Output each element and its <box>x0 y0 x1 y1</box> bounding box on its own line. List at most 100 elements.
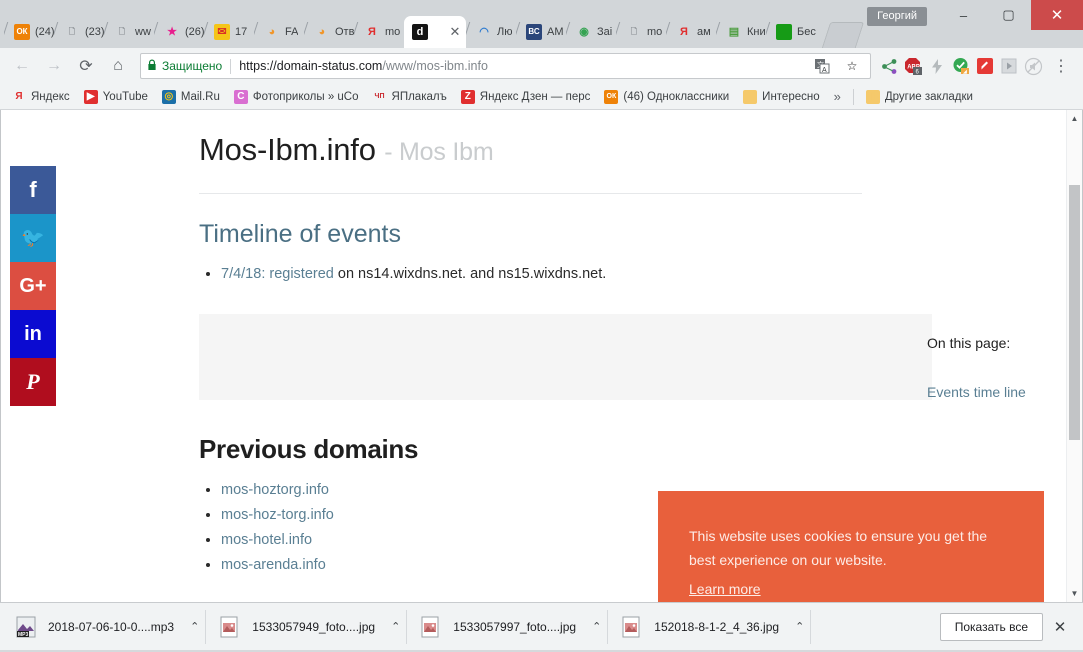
download-item-1[interactable]: 1533057949_foto....jpg ⌃ <box>210 609 408 644</box>
mp3-file-icon: MP3 <box>16 616 36 638</box>
url-origin: https://domain-status.com <box>239 59 383 73</box>
window-controls: Георгий – ▢ ✕ <box>867 0 1083 30</box>
yandex-icon: Я <box>680 25 688 38</box>
red-pen-icon[interactable] <box>973 54 997 78</box>
bookmark-label: Mail.Ru <box>180 90 220 103</box>
google-plus-share-icon[interactable]: G+ <box>10 262 56 310</box>
maximize-button[interactable]: ▢ <box>986 0 1031 30</box>
download-file-name: 2018-07-06-10-0....mp3 <box>48 619 175 634</box>
bookmark-item-4[interactable]: ЧП ЯПлакалъ <box>367 88 453 106</box>
bookmark-item-6[interactable]: ОК (46) Одноклассники <box>598 88 735 106</box>
tab-label: (26) <box>185 26 205 38</box>
scroll-up-arrow[interactable]: ▲ <box>1067 110 1082 127</box>
share-icon[interactable] <box>877 54 901 78</box>
back-button[interactable]: ← <box>8 52 36 80</box>
timeline-item-link[interactable]: 7/4/18: registered <box>221 266 334 282</box>
minimize-button[interactable]: – <box>941 0 986 30</box>
home-button[interactable]: ⌂ <box>104 52 132 80</box>
url-text: https://domain-status.com/www/mos-ibm.in… <box>239 59 488 73</box>
odnoklassniki-icon: ОК <box>604 89 619 104</box>
other-bookmarks-folder[interactable]: ▯ Другие закладки <box>860 88 979 106</box>
svg-text:◢: ◢ <box>963 69 967 75</box>
tab-close-icon[interactable]: ✕ <box>448 24 462 39</box>
lock-icon <box>147 59 157 74</box>
bookmark-item-1[interactable]: ▶ YouTube <box>78 88 154 106</box>
odnoklassniki-icon: ОК <box>14 24 30 40</box>
browser-menu-button[interactable]: ⋮ <box>1047 52 1075 80</box>
bookmark-item-7[interactable]: ▯ Интересно <box>737 88 825 106</box>
close-downloads-bar-icon[interactable]: ✕ <box>1043 610 1077 644</box>
linkedin-share-icon[interactable]: in <box>10 310 56 358</box>
browser-tab-8[interactable]: d ✕ <box>404 16 466 48</box>
mailru-icon: ◕ <box>268 25 276 38</box>
bookmarks-overflow-chevron[interactable]: » <box>828 89 847 104</box>
page-icon: 🗋 <box>118 27 126 36</box>
download-file-name: 1533057997_foto....jpg <box>453 619 577 634</box>
other-bookmarks-label: Другие закладки <box>884 90 973 103</box>
youtube-icon: ▶ <box>83 89 98 104</box>
bookmark-label: Интересно <box>762 90 820 103</box>
download-item-3[interactable]: 152018-8-1-2_4_36.jpg ⌃ <box>612 609 812 644</box>
tab-label: (24) <box>35 26 55 38</box>
lightning-icon[interactable] <box>925 54 949 78</box>
bookmark-label: Яндекс <box>31 90 70 103</box>
download-item-2[interactable]: 1533057997_foto....jpg ⌃ <box>411 609 609 644</box>
timeline-list: 7/4/18: registered on ns14.wixdns.net. a… <box>221 262 1066 287</box>
cookie-consent-banner: This website uses cookies to ensure you … <box>658 491 1044 602</box>
on-this-page-label: On this page: <box>927 335 1011 351</box>
close-window-button[interactable]: ✕ <box>1031 0 1083 30</box>
twitter-share-icon[interactable]: 🐦 <box>10 214 56 262</box>
previous-domain-link[interactable]: mos-hoz-torg.info <box>221 507 334 523</box>
download-menu-caret-icon[interactable]: ⌃ <box>795 620 804 633</box>
on-this-page-link[interactable]: Events time line <box>927 383 1047 401</box>
page-title-subtitle: - Mos Ibm <box>384 138 494 166</box>
bookmark-item-3[interactable]: C Фотоприколы » uCo <box>228 88 365 106</box>
check-shield-icon[interactable]: ◢ <box>949 54 973 78</box>
on-this-page-box: On this page: Events time line <box>927 335 1047 401</box>
download-item-0[interactable]: MP3 2018-07-06-10-0....mp3 ⌃ <box>6 609 207 644</box>
tab-label: mo <box>385 26 401 38</box>
reload-button[interactable]: ⟳ <box>72 52 100 80</box>
address-bar[interactable]: Защищено https://domain-status.com/www/m… <box>140 53 871 79</box>
user-profile-chip[interactable]: Георгий <box>867 6 927 26</box>
play-icon[interactable] <box>997 54 1021 78</box>
tab-label: Отв <box>335 26 355 38</box>
translate-icon[interactable]: 文A <box>810 54 834 78</box>
forward-button[interactable]: → <box>40 52 68 80</box>
browser-tab-15[interactable]: Бес <box>766 16 824 48</box>
pinterest-share-icon[interactable]: P <box>10 358 56 406</box>
ad-placeholder <box>199 314 932 400</box>
svg-text:MP3: MP3 <box>18 632 29 638</box>
muted-icon[interactable] <box>1021 54 1045 78</box>
previous-domain-link[interactable]: mos-hoztorg.info <box>221 482 329 498</box>
tab-separator <box>54 22 59 42</box>
previous-domain-link[interactable]: mos-hotel.info <box>221 532 312 548</box>
cookie-learn-more-link[interactable]: Learn more <box>689 581 761 597</box>
show-all-downloads-button[interactable]: Показать все <box>939 612 1043 641</box>
scroll-down-arrow[interactable]: ▼ <box>1067 585 1082 602</box>
tab-separator <box>766 22 771 42</box>
green-square-icon <box>776 24 792 40</box>
bookmark-label: YouTube <box>102 90 148 103</box>
tab-label: ww <box>135 26 151 38</box>
download-menu-caret-icon[interactable]: ⌃ <box>391 620 400 633</box>
bookmark-star-icon[interactable]: ☆ <box>840 54 864 78</box>
previous-domain-link[interactable]: mos-arenda.info <box>221 557 326 573</box>
bookmark-label: ЯПлакалъ <box>391 90 447 103</box>
bookmark-item-0[interactable]: Я Яндекс <box>6 88 76 106</box>
tab-separator <box>204 22 209 42</box>
cookie-message: This website uses cookies to ensure you … <box>689 528 988 568</box>
omnibox-divider <box>230 58 232 74</box>
download-menu-caret-icon[interactable]: ⌃ <box>190 620 199 633</box>
bookmark-item-5[interactable]: Z Яндекс Дзен — перс <box>455 88 597 106</box>
mail-icon: ✉ <box>214 24 230 40</box>
new-tab-button[interactable] <box>821 22 865 48</box>
download-menu-caret-icon[interactable]: ⌃ <box>592 620 601 633</box>
bookmarks-bar: Я Яндекс ▶ YouTube ◎ Mail.Ru C Фотоприколы » uC… <box>0 84 1083 110</box>
page-scrollbar[interactable]: ▲ ▼ <box>1066 110 1082 602</box>
facebook-share-icon[interactable]: f <box>10 166 56 214</box>
bookmarks-divider <box>852 88 854 105</box>
bookmark-item-2[interactable]: ◎ Mail.Ru <box>156 88 226 106</box>
adblock-icon[interactable]: ABP6 <box>901 54 925 78</box>
scrollbar-thumb[interactable] <box>1069 185 1080 440</box>
